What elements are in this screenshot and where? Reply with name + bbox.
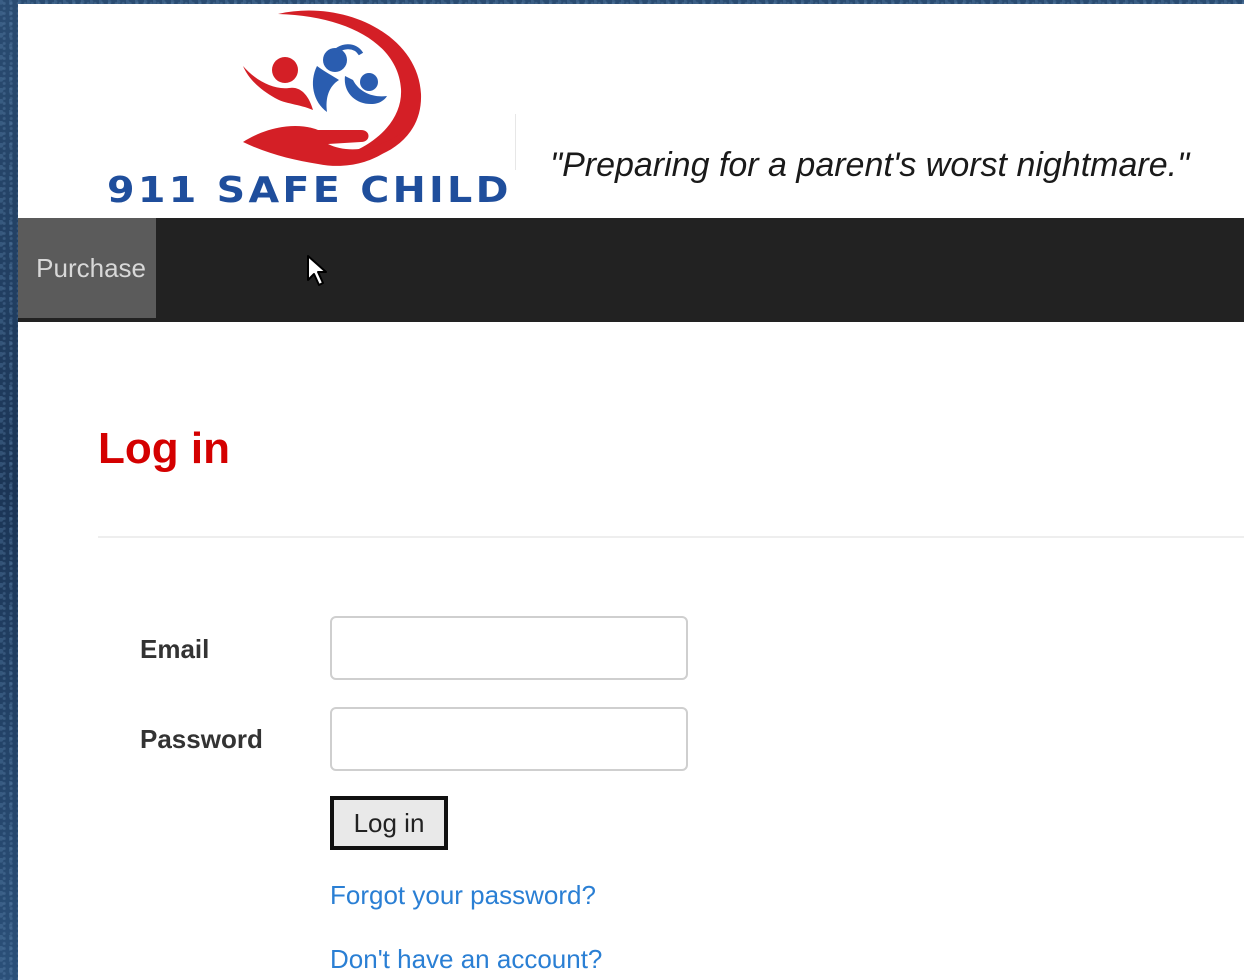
login-button[interactable]: Log in	[330, 796, 448, 850]
browser-page: 911 SAFE CHILD "Preparing for a parent's…	[18, 4, 1244, 980]
nav-item-purchase[interactable]: Purchase	[18, 218, 156, 318]
site-logo[interactable]: 911 SAFE CHILD	[103, 4, 515, 214]
mouse-pointer-icon	[307, 255, 327, 286]
register-link[interactable]: Don't have an account?	[330, 944, 602, 975]
email-field[interactable]	[330, 616, 688, 680]
page-title: Log in	[98, 424, 230, 473]
main-navbar: Purchase	[18, 218, 1244, 322]
nav-item-label: Purchase	[36, 252, 146, 283]
site-tagline: "Preparing for a parent's worst nightmar…	[550, 146, 1190, 184]
password-field[interactable]	[330, 707, 688, 771]
email-label: Email	[140, 634, 210, 664]
forgot-password-link[interactable]: Forgot your password?	[330, 880, 596, 911]
logo-wordmark: 911 SAFE CHILD	[107, 170, 512, 211]
header-divider	[515, 114, 516, 170]
password-label: Password	[140, 724, 263, 754]
family-hand-logo-icon	[243, 10, 422, 166]
title-divider	[98, 536, 1244, 538]
